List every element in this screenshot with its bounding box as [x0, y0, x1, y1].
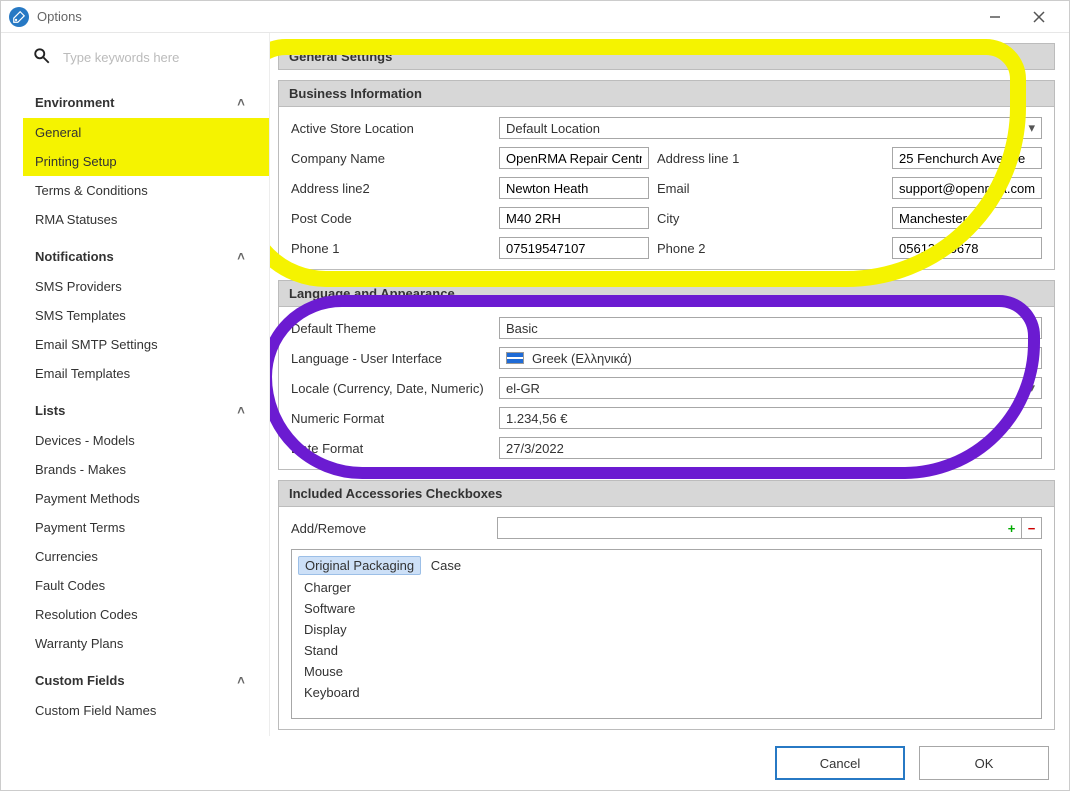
label-theme: Default Theme	[291, 321, 491, 336]
label-postcode: Post Code	[291, 211, 491, 226]
label-active-store: Active Store Location	[291, 121, 491, 136]
numeric-format-display: 1.234,56 €	[499, 407, 1042, 429]
label-phone2: Phone 2	[657, 241, 884, 256]
nav-section-header[interactable]: Custom Fields˄	[23, 664, 269, 696]
cancel-button[interactable]: Cancel	[775, 746, 905, 780]
accessory-input[interactable]	[497, 517, 1002, 539]
sidebar: Environment˄GeneralPrinting SetupTerms &…	[1, 33, 269, 736]
accessory-item[interactable]: Keyboard	[298, 684, 366, 701]
nav-item[interactable]: Currencies	[23, 542, 269, 571]
email-field[interactable]	[892, 177, 1042, 199]
greek-flag-icon	[506, 352, 524, 364]
nav-item[interactable]: Resolution Codes	[23, 600, 269, 629]
accessory-item[interactable]: Mouse	[298, 663, 349, 680]
nav-item[interactable]: Payment Terms	[23, 513, 269, 542]
nav-section-header[interactable]: Notifications˄	[23, 240, 269, 272]
company-field[interactable]	[499, 147, 649, 169]
search-input[interactable]	[61, 49, 231, 66]
accessory-item[interactable]: Case	[425, 557, 467, 574]
nav-item[interactable]: Email SMTP Settings	[23, 330, 269, 359]
accessories-list[interactable]: Original Packaging Case Charger Software Di…	[291, 549, 1042, 719]
app-icon	[9, 7, 29, 27]
city-field[interactable]	[892, 207, 1042, 229]
remove-accessory-button[interactable]: −	[1022, 517, 1042, 539]
minimize-button[interactable]	[973, 1, 1017, 33]
accessory-item[interactable]: Display	[298, 621, 353, 638]
nav-item[interactable]: Printing Setup	[23, 147, 269, 176]
label-email: Email	[657, 181, 884, 196]
chevron-down-icon: ▾	[1028, 380, 1035, 396]
nav-item[interactable]: Custom Field Names	[23, 696, 269, 725]
addr2-field[interactable]	[499, 177, 649, 199]
search-icon	[33, 47, 51, 68]
phone2-field[interactable]	[892, 237, 1042, 259]
nav-item[interactable]: Terms & Conditions	[23, 176, 269, 205]
accessories-group: Included Accessories Checkboxes Add/Remo…	[278, 480, 1055, 730]
business-info-heading: Business Information	[279, 81, 1054, 107]
nav-item[interactable]: Payment Methods	[23, 484, 269, 513]
locale-select[interactable]: el-GR ▾	[499, 377, 1042, 399]
options-window: Options Environment˄GeneralPrinting Setu…	[0, 0, 1070, 791]
nav-item[interactable]: SMS Templates	[23, 301, 269, 330]
accessory-item[interactable]: Software	[298, 600, 361, 617]
chevron-down-icon: ▾	[1028, 120, 1035, 136]
nav-item[interactable]: SMS Providers	[23, 272, 269, 301]
accessories-heading: Included Accessories Checkboxes	[279, 481, 1054, 507]
accessory-item[interactable]: Charger	[298, 579, 357, 596]
nav-item[interactable]: Brands - Makes	[23, 455, 269, 484]
close-button[interactable]	[1017, 1, 1061, 33]
chevron-up-icon: ˄	[233, 94, 249, 110]
ui-language-select[interactable]: Greek (Ελληνικά) ▾	[499, 347, 1042, 369]
nav-section-header[interactable]: Lists˄	[23, 394, 269, 426]
accessory-item[interactable]: Original Packaging	[298, 556, 421, 575]
label-locale: Locale (Currency, Date, Numeric)	[291, 381, 491, 396]
label-addr1: Address line 1	[657, 151, 884, 166]
label-ui-lang: Language - User Interface	[291, 351, 491, 366]
language-heading: Language and Appearance	[279, 281, 1054, 307]
business-info-group: Business Information Active Store Locati…	[278, 80, 1055, 270]
nav-item[interactable]: Fault Codes	[23, 571, 269, 600]
main-panel: General Settings Business Information Ac…	[269, 33, 1069, 736]
window-title: Options	[37, 9, 82, 24]
chevron-up-icon: ˄	[233, 248, 249, 264]
footer: Cancel OK	[1, 736, 1069, 790]
general-settings-header: General Settings	[278, 43, 1055, 70]
addr1-field[interactable]	[892, 147, 1042, 169]
label-phone1: Phone 1	[291, 241, 491, 256]
nav-item[interactable]: General	[23, 118, 269, 147]
accessory-item[interactable]: Stand	[298, 642, 344, 659]
phone1-field[interactable]	[499, 237, 649, 259]
postcode-field[interactable]	[499, 207, 649, 229]
chevron-up-icon: ˄	[233, 402, 249, 418]
nav-item[interactable]: RMA Statuses	[23, 205, 269, 234]
label-addr2: Address line2	[291, 181, 491, 196]
nav-section-header[interactable]: Environment˄	[23, 86, 269, 118]
label-company: Company Name	[291, 151, 491, 166]
chevron-up-icon: ˄	[233, 672, 249, 688]
chevron-down-icon: ▾	[1028, 320, 1035, 336]
nav-item[interactable]: Email Templates	[23, 359, 269, 388]
chevron-down-icon: ▾	[1028, 350, 1035, 366]
ok-button[interactable]: OK	[919, 746, 1049, 780]
language-appearance-group: Language and Appearance Default Theme Ba…	[278, 280, 1055, 470]
label-numfmt: Numeric Format	[291, 411, 491, 426]
titlebar: Options	[1, 1, 1069, 33]
label-city: City	[657, 211, 884, 226]
label-add-remove: Add/Remove	[291, 521, 487, 536]
search-row	[33, 47, 269, 68]
nav-item[interactable]: Devices - Models	[23, 426, 269, 455]
date-format-display: 27/3/2022	[499, 437, 1042, 459]
active-store-select[interactable]: Default Location ▾	[499, 117, 1042, 139]
add-accessory-button[interactable]: +	[1002, 517, 1022, 539]
nav-item[interactable]: Warranty Plans	[23, 629, 269, 658]
theme-select[interactable]: Basic ▾	[499, 317, 1042, 339]
label-datefmt: Date Format	[291, 441, 491, 456]
